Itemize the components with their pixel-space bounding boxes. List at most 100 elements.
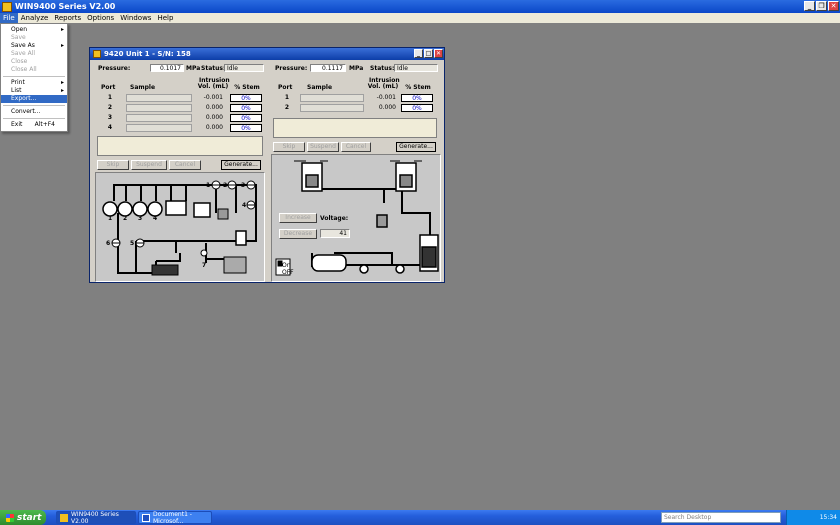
pressure-unit: MPa [186,65,201,72]
exit-shortcut: Alt+F4 [34,121,55,128]
taskbar: start WIN9400 Series V2.00 Document1 - M… [0,510,840,525]
file-menu-convert[interactable]: Convert... [1,108,67,116]
unit-window-title: 9420 Unit 1 - S/N: 158 [104,50,191,58]
valve-label: 3 [241,182,245,189]
status-value: Idle [224,64,264,72]
valve-label: 5 [130,240,134,247]
pressure-label: Pressure: [98,65,131,72]
sample-field[interactable] [300,94,364,102]
start-button[interactable]: start [0,510,46,525]
skip-button[interactable]: Skip [273,142,305,152]
notes-area[interactable] [97,136,263,156]
menu-reports[interactable]: Reports [51,13,84,23]
cancel-button[interactable]: Cancel [341,142,371,152]
pressure-value: 0.1117 [310,64,346,72]
unit-window-controls: _ □ ✕ [414,49,443,58]
restore-icon[interactable]: ❐ [816,1,827,11]
file-menu-open[interactable]: Open ▸ [1,26,67,34]
window-controls: _ ❐ ✕ [804,1,839,11]
port-number: 1 [284,94,290,101]
stem-percent: 0% [230,114,262,122]
pressure-value: 0.1017 [150,64,184,72]
file-menu-list[interactable]: List ▸ [1,87,67,95]
unit-window: 9420 Unit 1 - S/N: 158 _ □ ✕ Pressure: 0… [89,47,445,283]
on-label: On [282,262,291,269]
suspend-button[interactable]: Suspend [307,142,339,152]
app-title-bar: WIN9400 Series V2.00 _ ❐ ✕ [0,0,840,13]
minimize-icon[interactable]: _ [804,1,815,11]
taskbar-item-win9400[interactable]: WIN9400 Series V2.00 [56,511,136,525]
skip-button[interactable]: Skip [97,160,129,170]
stem-percent: 0% [230,104,262,112]
port-label: 4 [153,215,157,222]
pressure-label: Pressure: [275,65,308,72]
sample-header: Sample [307,84,333,91]
intrusion-volume: 0.000 [205,104,223,111]
valve-label: 1 [206,182,210,189]
app-icon [2,1,12,12]
sample-field[interactable] [126,94,192,102]
unit-window-icon [93,50,101,58]
stem-header: % Stem [405,84,431,91]
file-menu-dropdown: Open ▸ Save Save As ▸ Save All Close Close… [0,23,68,132]
suspend-button[interactable]: Suspend [131,160,167,170]
menu-analyze[interactable]: Analyze [18,13,52,23]
port-label: 3 [138,215,142,222]
menu-separator [3,76,65,77]
sample-field[interactable] [300,104,364,112]
system-tray: 15:34 [786,510,840,525]
high-pressure-panel-right: Pressure: 0.1117 MPa Status: Idle Port S… [270,62,444,282]
stem-header: % Stem [234,84,260,91]
close-icon[interactable]: ✕ [828,1,839,11]
stem-percent: 0% [230,124,262,132]
cancel-button[interactable]: Cancel [169,160,201,170]
intrusion-volume: 0.000 [378,104,396,111]
port-number: 2 [107,104,113,111]
file-menu-save: Save [11,34,26,41]
stem-percent: 0% [401,94,433,102]
file-menu-save-as[interactable]: Save As ▸ [1,42,67,50]
status-label: Status: [370,65,395,72]
decrease-button[interactable]: Decrease [279,229,317,239]
desktop-search-input[interactable]: Search Desktop [661,512,781,523]
file-menu-close-all: Close All [11,66,37,73]
sample-field[interactable] [126,114,192,122]
low-pressure-panel-left: Pressure: 0.1017 MPa Status: Idle Port S… [93,62,267,282]
increase-button[interactable]: Increase [279,213,317,223]
file-menu-save-all: Save All [11,50,36,57]
file-menu-print[interactable]: Print ▸ [1,79,67,87]
unit-minimize-icon[interactable]: _ [414,49,423,58]
port-number: 2 [284,104,290,111]
sample-field[interactable] [126,124,192,132]
menu-help[interactable]: Help [154,13,176,23]
unit-close-icon[interactable]: ✕ [434,49,443,58]
sample-field[interactable] [126,104,192,112]
app-title: WIN9400 Series V2.00 [15,2,116,11]
unit-maximize-icon[interactable]: □ [424,49,433,58]
vol-header: Vol. (mL) [367,83,399,90]
notes-area[interactable] [273,118,437,138]
menu-file[interactable]: File [0,13,18,23]
generate-button[interactable]: Generate... [221,160,261,170]
low-pressure-schematic: 1 2 3 4 5 6 7 1 2 3 4 [95,172,265,282]
file-menu-export[interactable]: Export... [1,95,67,103]
menu-windows[interactable]: Windows [117,13,154,23]
menu-separator [3,118,65,119]
status-value: Idle [394,64,438,72]
windows-logo-icon [6,513,14,522]
off-label: OFF [282,269,294,276]
menu-separator [3,105,65,106]
port-number: 3 [107,114,113,121]
taskbar-item-word[interactable]: Document1 - Microsof... [138,511,212,525]
valve-label: 2 [223,182,227,189]
port-label: 1 [108,215,112,222]
generate-button[interactable]: Generate... [396,142,436,152]
voltage-value: 41 [320,229,350,238]
submenu-arrow-icon: ▸ [60,26,64,33]
valve-label: 7 [202,262,206,269]
unit-window-title-bar: 9420 Unit 1 - S/N: 158 _ □ ✕ [90,48,444,60]
sample-header: Sample [130,84,156,91]
file-menu-exit[interactable]: Exit Alt+F4 [1,121,67,129]
submenu-arrow-icon: ▸ [60,42,64,49]
menu-options[interactable]: Options [84,13,117,23]
